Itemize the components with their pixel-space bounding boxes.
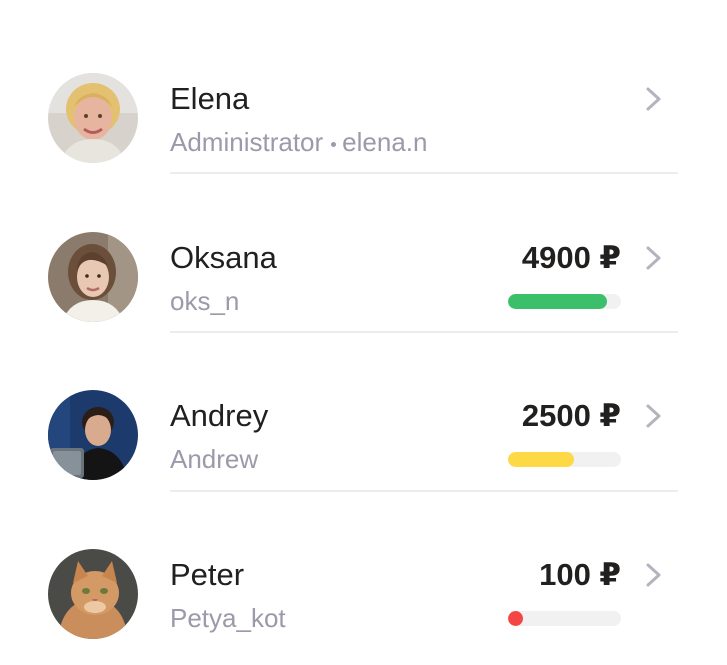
woman-brown-hair-avatar xyxy=(48,232,138,322)
limit-progress-bar xyxy=(508,294,621,309)
user-role: Administrator xyxy=(170,127,324,157)
user-row-peter[interactable]: Peter Petya_kot 100 ₽ xyxy=(0,502,727,660)
user-login: oks_n xyxy=(170,286,240,316)
divider xyxy=(170,490,678,492)
user-name: Oksana xyxy=(170,240,277,275)
divider xyxy=(170,172,678,174)
avatar xyxy=(48,232,138,322)
user-name: Andrey xyxy=(170,398,269,433)
user-subtitle: Administrator elena.n xyxy=(170,126,427,158)
user-row-elena[interactable]: Elena Administrator elena.n xyxy=(0,26,727,184)
chevron-right-icon[interactable] xyxy=(643,562,665,588)
user-row-oksana[interactable]: Oksana oks_n 4900 ₽ xyxy=(0,185,727,343)
cat-avatar xyxy=(48,549,138,639)
man-laptop-avatar xyxy=(48,390,138,480)
limit-progress-fill xyxy=(508,294,607,309)
avatar xyxy=(48,73,138,163)
divider xyxy=(170,331,678,333)
user-name: Peter xyxy=(170,557,245,592)
limit-amount: 4900 ₽ xyxy=(521,240,621,275)
chevron-right-icon[interactable] xyxy=(643,86,665,112)
user-name: Elena xyxy=(170,81,250,116)
user-row-andrey[interactable]: Andrey Andrew 2500 ₽ xyxy=(0,343,727,501)
separator-dot-icon xyxy=(331,141,337,147)
user-login: elena.n xyxy=(342,127,428,157)
avatar xyxy=(48,390,138,480)
limit-progress-fill xyxy=(508,452,574,467)
chevron-right-icon[interactable] xyxy=(643,403,665,429)
limit-amount: 100 ₽ xyxy=(539,557,621,592)
avatar xyxy=(48,549,138,639)
limit-amount: 2500 ₽ xyxy=(521,398,621,433)
user-login: Petya_kot xyxy=(170,603,286,633)
limit-progress-fill xyxy=(508,611,523,626)
limit-progress-bar xyxy=(508,452,621,467)
limit-progress-bar xyxy=(508,611,621,626)
chevron-right-icon[interactable] xyxy=(643,245,665,271)
user-login: Andrew xyxy=(170,444,259,474)
woman-blonde-avatar xyxy=(48,73,138,163)
